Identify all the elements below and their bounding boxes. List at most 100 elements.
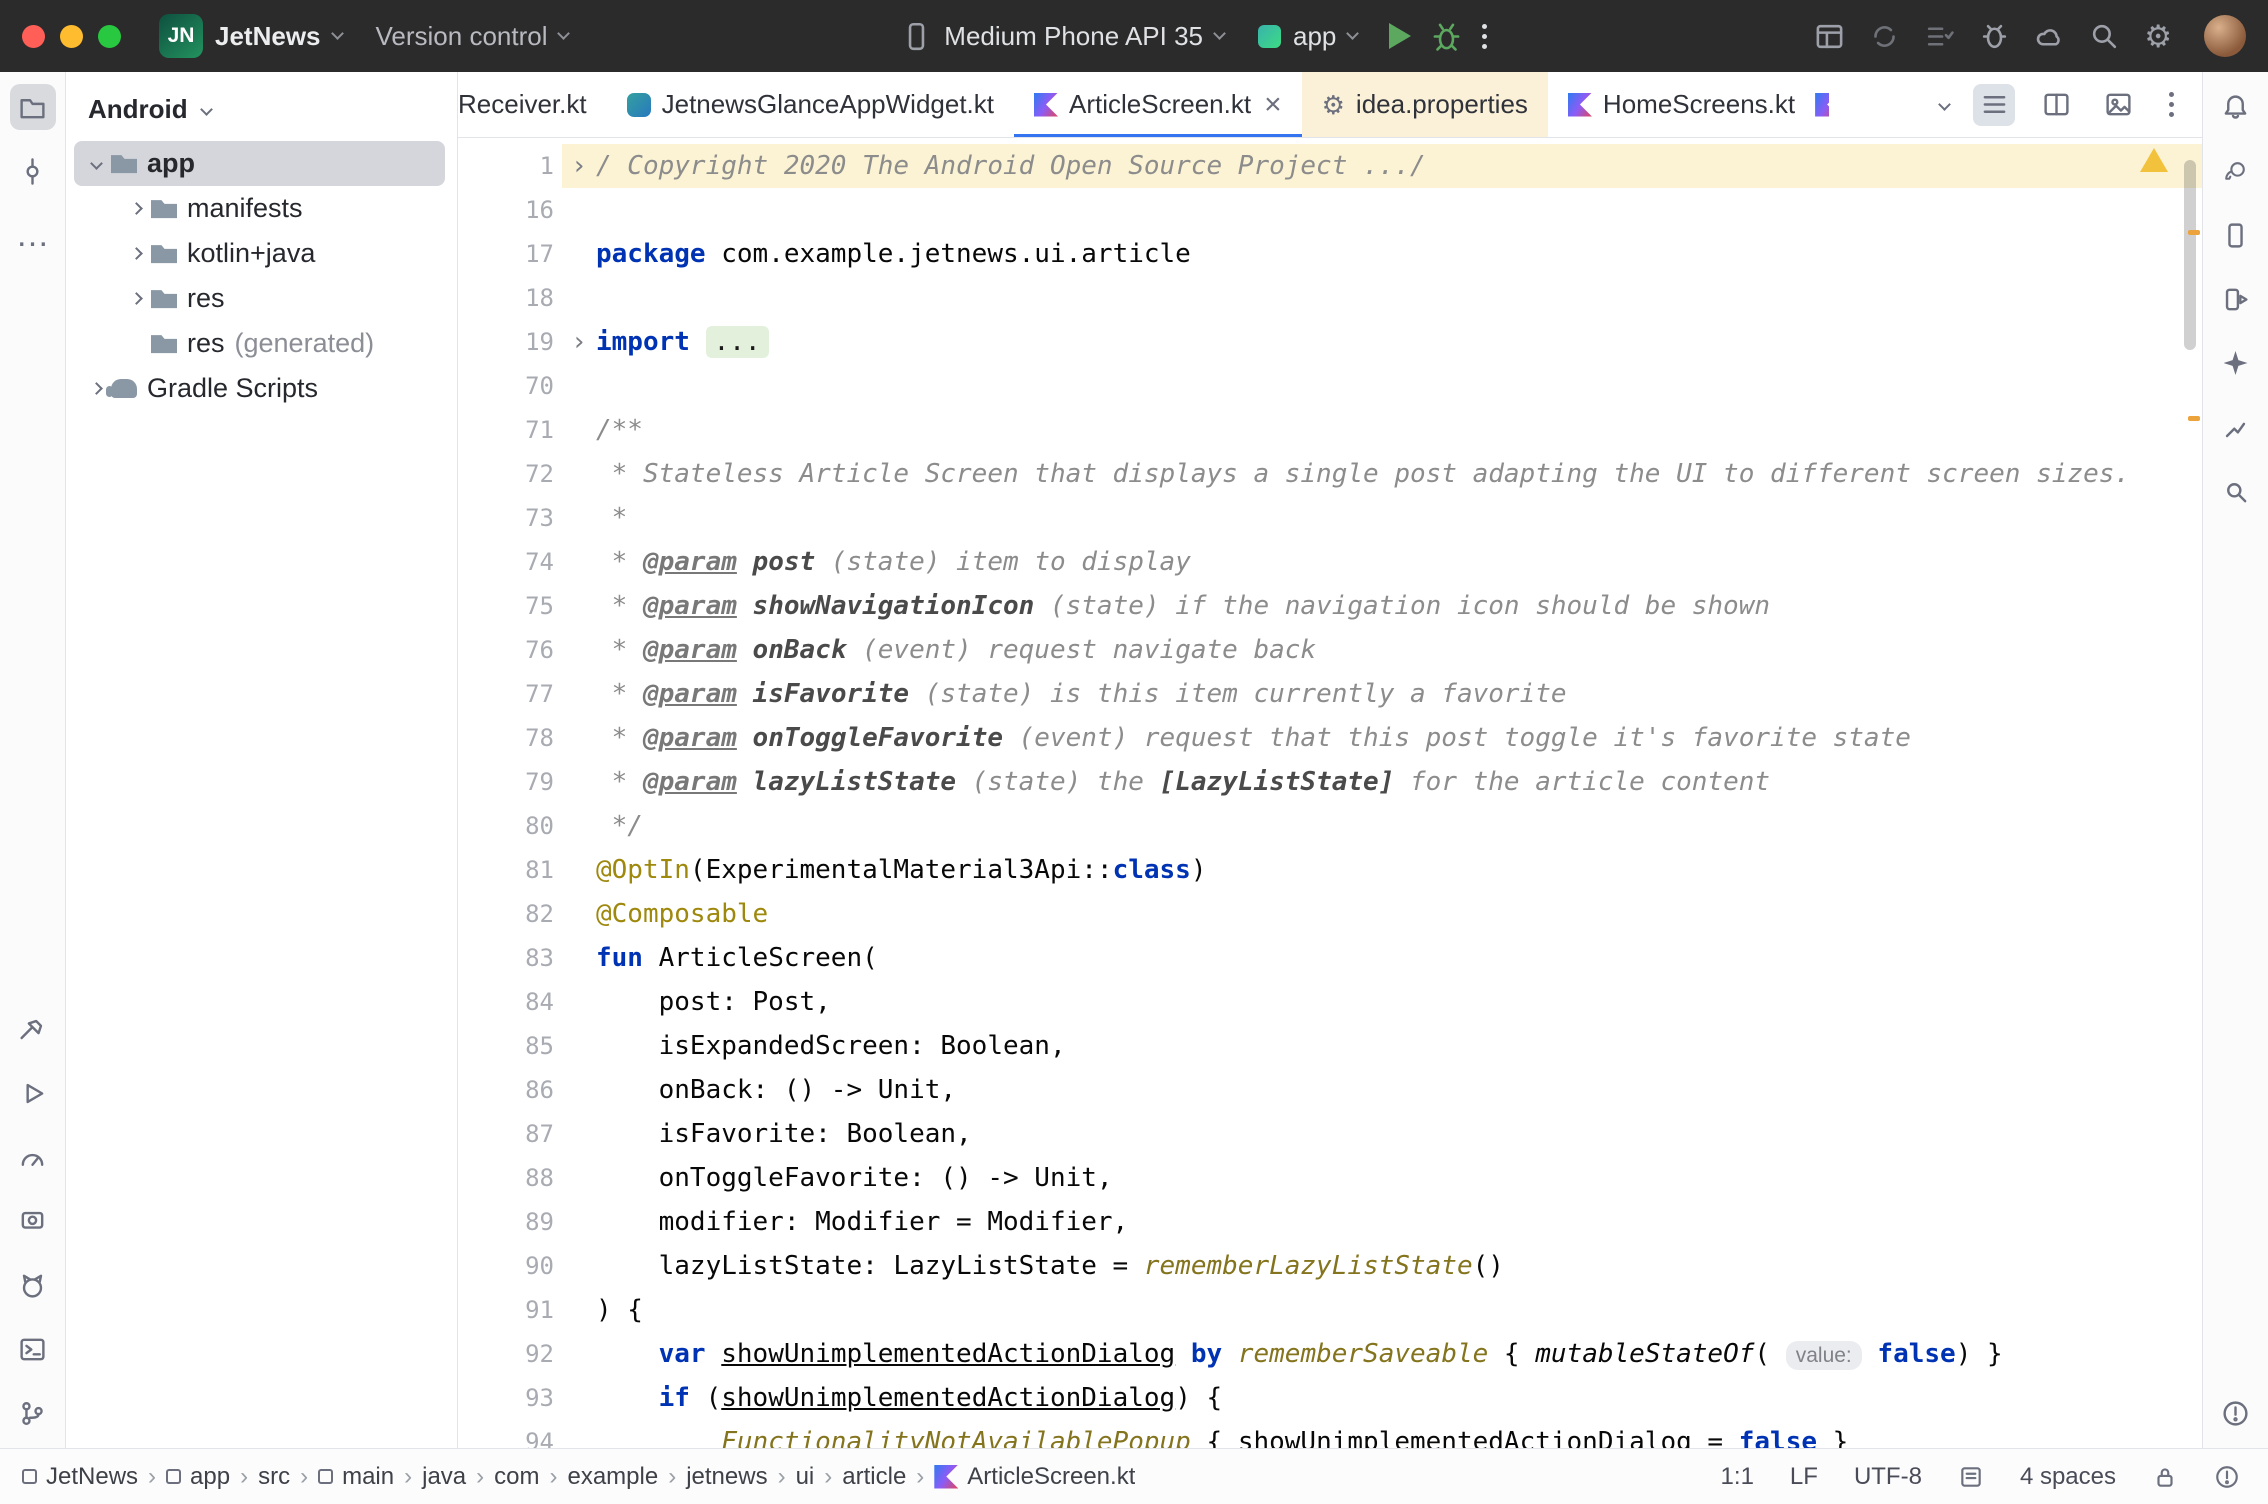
code-line-78[interactable]: 78 * @param onToggleFavorite (event) req… [458,716,2202,760]
more-run-actions-button[interactable] [1472,24,1497,49]
run-tool-button[interactable] [10,1070,56,1116]
task-list-icon[interactable] [1924,21,1955,52]
project-view-selector[interactable]: Android [66,78,457,141]
error-indicator-icon[interactable] [2214,1464,2240,1490]
line-number[interactable]: 87 [458,1112,562,1156]
line-number[interactable]: 84 [458,980,562,1024]
code-line-75[interactable]: 75 * @param showNavigationIcon (state) i… [458,584,2202,628]
line-separator[interactable]: LF [1790,1463,1818,1491]
fold-icon[interactable]: › [562,320,596,364]
tab-receiver-kt[interactable]: Receiver.kt [458,72,607,137]
breadcrumb-item-main[interactable]: main [318,1463,394,1491]
device-selector[interactable]: Medium Phone API 35 [889,13,1236,60]
code-line-86[interactable]: 86 onBack: () -> Unit, [458,1068,2202,1112]
line-number[interactable]: 81 [458,848,562,892]
code-line-89[interactable]: 89 modifier: Modifier = Modifier, [458,1200,2202,1244]
breadcrumb-item-ui[interactable]: ui [796,1463,815,1491]
code-line-77[interactable]: 77 * @param isFavorite (state) is this i… [458,672,2202,716]
clipped-tab[interactable] [1815,72,1829,137]
code-line-70[interactable]: 70 [458,364,2202,408]
code-line-72[interactable]: 72 * Stateless Article Screen that displ… [458,452,2202,496]
breadcrumb-item-app[interactable]: app [166,1463,230,1491]
line-number[interactable]: 94 [458,1420,562,1448]
code-line-81[interactable]: 81@OptIn(ExperimentalMaterial3Api::class… [458,848,2202,892]
code-line-73[interactable]: 73 * [458,496,2202,540]
profiler-tool-button[interactable] [10,1134,56,1180]
breadcrumb-item-src[interactable]: src [258,1463,290,1491]
problems-button[interactable] [2213,1390,2259,1436]
more-editor-actions-button[interactable] [2159,92,2184,117]
cloud-backup-icon[interactable] [2034,21,2065,52]
warning-stripe-mark[interactable] [2188,230,2200,235]
code-line-88[interactable]: 88 onToggleFavorite: () -> Unit, [458,1156,2202,1200]
line-number[interactable]: 18 [458,276,562,320]
line-number[interactable]: 89 [458,1200,562,1244]
vcs-widget-button[interactable]: Version control [364,13,581,60]
project-tool-button[interactable] [10,84,56,130]
code-line-85[interactable]: 85 isExpandedScreen: Boolean, [458,1024,2202,1068]
breadcrumb-item-articlescreen-kt[interactable]: ArticleScreen.kt [934,1463,1135,1491]
tree-item-app[interactable]: app [74,141,445,186]
line-number[interactable]: 83 [458,936,562,980]
reader-mode-icon[interactable] [1958,1464,1984,1490]
chevron-right-icon[interactable] [90,382,103,395]
code-line-1[interactable]: 1›/ Copyright 2020 The Android Open Sour… [458,144,2202,188]
code-line-82[interactable]: 82@Composable [458,892,2202,936]
line-number[interactable]: 80 [458,804,562,848]
running-devices-button[interactable] [2213,276,2259,322]
view-mode-button[interactable] [1973,84,2015,126]
code-line-87[interactable]: 87 isFavorite: Boolean, [458,1112,2202,1156]
line-number[interactable]: 71 [458,408,562,452]
code-line-16[interactable]: 16 [458,188,2202,232]
version-control-tool-button[interactable] [10,1390,56,1436]
line-number[interactable]: 16 [458,188,562,232]
file-encoding[interactable]: UTF-8 [1854,1463,1922,1491]
line-number[interactable]: 72 [458,452,562,496]
debug-button[interactable] [1431,21,1462,52]
caret-position[interactable]: 1:1 [1721,1463,1754,1491]
editor-scrollbar[interactable] [2184,160,2196,350]
line-number[interactable]: 77 [458,672,562,716]
line-number[interactable]: 86 [458,1068,562,1112]
tab-articlescreen-kt[interactable]: ArticleScreen.kt× [1014,72,1302,137]
line-number[interactable]: 88 [458,1156,562,1200]
tab-jetnewsglanceappwidget-kt[interactable]: JetnewsGlanceAppWidget.kt [607,72,1014,137]
run-config-selector[interactable]: app [1246,13,1369,60]
code-line-18[interactable]: 18 [458,276,2202,320]
code-line-84[interactable]: 84 post: Post, [458,980,2202,1024]
code-line-94[interactable]: 94 FunctionalityNotAvailablePopup { show… [458,1420,2202,1448]
line-number[interactable]: 78 [458,716,562,760]
line-number[interactable]: 79 [458,760,562,804]
line-number[interactable]: 91 [458,1288,562,1332]
line-number[interactable]: 92 [458,1332,562,1376]
fold-icon[interactable]: › [562,144,596,188]
code-line-83[interactable]: 83fun ArticleScreen( [458,936,2202,980]
line-number[interactable]: 93 [458,1376,562,1420]
user-avatar[interactable] [2204,15,2246,57]
app-insights-button[interactable] [2213,404,2259,450]
close-tab-icon[interactable]: × [1264,88,1282,122]
preview-button[interactable] [2097,84,2139,126]
more-tool-windows-button[interactable]: … [10,212,56,258]
warning-stripe-mark[interactable] [2188,416,2200,421]
code-line-74[interactable]: 74 * @param post (state) item to display [458,540,2202,584]
code-line-90[interactable]: 90 lazyListState: LazyListState = rememb… [458,1244,2202,1288]
run-button[interactable] [1389,23,1411,49]
line-number[interactable]: 76 [458,628,562,672]
indent-config[interactable]: 4 spaces [2020,1463,2116,1491]
notifications-button[interactable] [2213,84,2259,130]
terminal-tool-button[interactable] [10,1326,56,1372]
line-number[interactable]: 85 [458,1024,562,1068]
line-number[interactable]: 70 [458,364,562,408]
line-number[interactable]: 17 [458,232,562,276]
sync-icon[interactable] [1869,21,1900,52]
chevron-right-icon[interactable] [130,292,143,305]
settings-gear-icon[interactable]: ⚙ [2144,21,2172,52]
gemini-button[interactable] [2213,340,2259,386]
search-icon[interactable] [2089,21,2120,52]
chevron-right-icon[interactable] [130,247,143,260]
bug-report-icon[interactable] [1979,21,2010,52]
code-line-76[interactable]: 76 * @param onBack (event) request navig… [458,628,2202,672]
line-number[interactable]: 90 [458,1244,562,1288]
lock-icon[interactable] [2152,1464,2178,1490]
